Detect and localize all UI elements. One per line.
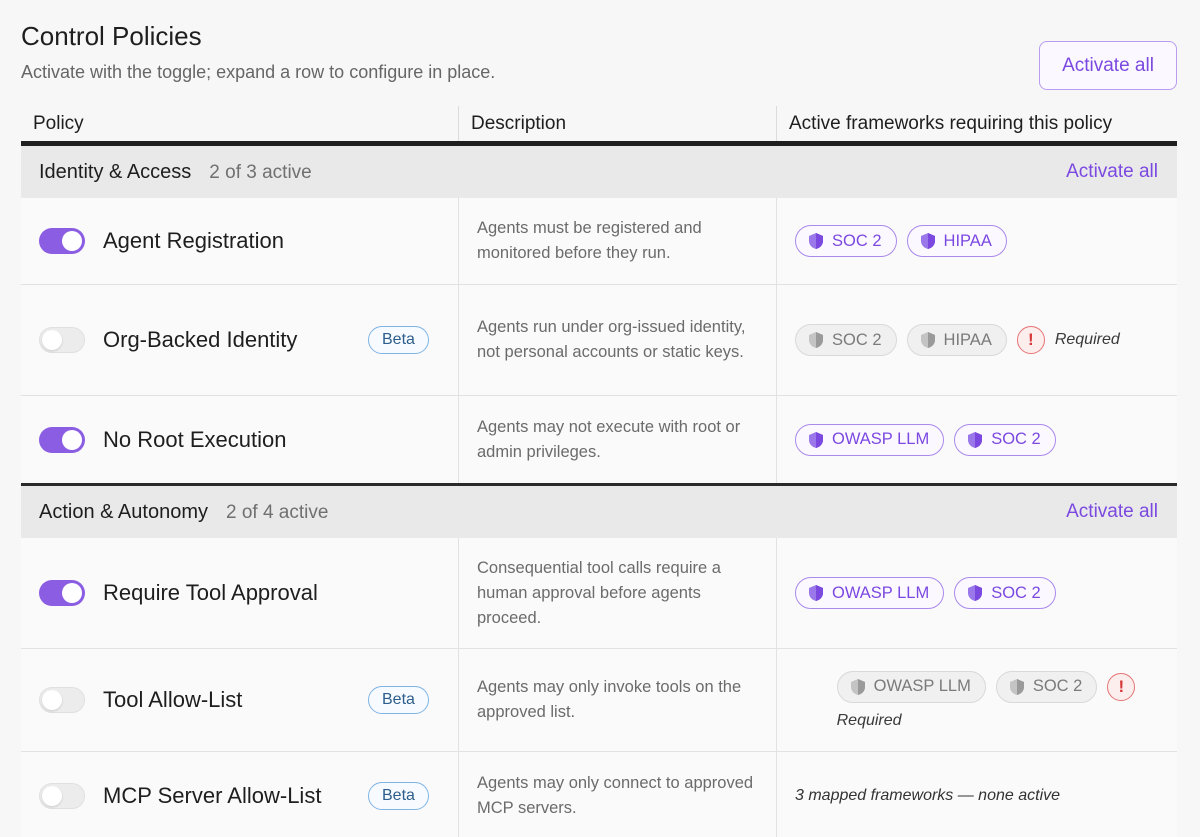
framework-chip: SOC 2 <box>795 225 897 257</box>
group-activate-all-button[interactable]: Activate all <box>1066 501 1158 523</box>
column-header-description: Description <box>458 106 776 141</box>
framework-chip: HIPAA <box>906 225 1007 257</box>
framework-chip: SOC 2 <box>995 670 1098 703</box>
table-row[interactable]: Require Tool Approval Consequential tool… <box>21 538 1177 649</box>
frameworks-cell: SOC 2 HIPAA ! Required <box>776 285 1177 395</box>
page-subtitle: Activate with the toggle; expand a row t… <box>21 62 496 82</box>
activate-all-button[interactable]: Activate all <box>1039 41 1177 90</box>
shield-icon <box>968 585 983 601</box>
policy-description: Agents may only invoke tools on the appr… <box>458 649 776 751</box>
framework-chip: SOC 2 <box>954 423 1056 456</box>
policy-cell: Agent Registration <box>21 198 458 284</box>
exclamation-icon: ! <box>1107 672 1136 701</box>
column-header-frameworks: Active frameworks requiring this policy <box>776 106 1177 141</box>
policy-toggle[interactable] <box>39 228 85 254</box>
required-label: Required <box>1054 331 1120 348</box>
shield-icon <box>850 678 865 695</box>
beta-badge: Beta <box>368 782 429 810</box>
table-row[interactable]: MCP Server Allow-List Beta Agents may on… <box>21 752 1177 837</box>
group-header-identity-access: Identity & Access 2 of 3 active Activate… <box>21 146 1177 198</box>
group-count: 2 of 3 active <box>209 161 312 183</box>
shield-icon <box>809 431 823 448</box>
table-row[interactable]: Agent Registration Agents must be regist… <box>21 198 1177 285</box>
policy-cell: MCP Server Allow-List Beta <box>21 752 458 837</box>
policy-description: Agents may only connect to approved MCP … <box>458 752 776 837</box>
policy-toggle[interactable] <box>39 327 85 353</box>
policy-toggle[interactable] <box>39 783 85 809</box>
policy-cell: No Root Execution <box>21 396 458 483</box>
framework-chip: SOC 2 <box>954 577 1056 609</box>
policy-description: Agents run under org-issued identity, no… <box>458 285 776 395</box>
table-row[interactable]: Tool Allow-List Beta Agents may only inv… <box>21 649 1177 752</box>
shield-icon <box>1009 678 1024 695</box>
exclamation-icon: ! <box>1016 326 1045 354</box>
policy-name: Agent Registration <box>103 228 284 253</box>
group-count: 2 of 4 active <box>225 501 329 523</box>
beta-badge: Beta <box>368 326 429 354</box>
policy-cell: Org-Backed Identity Beta <box>21 285 458 395</box>
policy-name: Require Tool Approval <box>103 580 318 605</box>
frameworks-cell: 3 mapped frameworks — none active <box>776 752 1177 837</box>
policy-name: MCP Server Allow-List <box>103 783 322 808</box>
required-label: Required <box>836 711 902 729</box>
framework-chip: HIPAA <box>906 324 1007 356</box>
shield-icon <box>809 332 823 348</box>
group-name: Identity & Access <box>39 160 192 183</box>
policy-description: Agents must be registered and monitored … <box>458 198 776 284</box>
frameworks-cell: OWASP LLM SOC 2 <box>776 396 1177 483</box>
group-activate-all-button[interactable]: Activate all <box>1066 161 1158 183</box>
policy-name: Org-Backed Identity <box>103 327 298 352</box>
framework-chip: OWASP LLM <box>795 423 945 456</box>
framework-chip: SOC 2 <box>795 324 897 356</box>
policy-toggle[interactable] <box>39 580 85 606</box>
page-title: Control Policies <box>21 21 202 51</box>
framework-chip: OWASP LLM <box>795 577 945 609</box>
frameworks-cell: OWASP LLM SOC 2 <box>776 538 1177 648</box>
shield-icon <box>920 332 935 348</box>
table-row[interactable]: Org-Backed Identity Beta Agents run unde… <box>21 285 1177 396</box>
shield-icon <box>920 233 935 249</box>
policies-table: Policy Description Active frameworks req… <box>21 106 1177 837</box>
beta-badge: Beta <box>368 686 429 714</box>
policy-cell: Require Tool Approval <box>21 538 458 648</box>
policy-description: Agents may not execute with root or admi… <box>458 396 776 483</box>
policy-toggle[interactable] <box>39 426 85 453</box>
table-header: Policy Description Active frameworks req… <box>21 106 1177 146</box>
shield-icon <box>968 431 983 448</box>
policy-name: No Root Execution <box>103 426 287 452</box>
frameworks-cell: SOC 2 HIPAA <box>776 198 1177 284</box>
policy-description: Consequential tool calls require a human… <box>458 538 776 648</box>
frameworks-note: 3 mapped frameworks — none active <box>795 787 1061 804</box>
policy-cell: Tool Allow-List Beta <box>21 649 458 751</box>
group-header-action-autonomy: Action & Autonomy 2 of 4 active Activate… <box>21 486 1177 538</box>
shield-icon <box>809 233 823 249</box>
group-name: Action & Autonomy <box>39 500 208 523</box>
frameworks-cell: OWASP LLM SOC 2 ! Required <box>776 649 1177 751</box>
policy-toggle[interactable] <box>39 687 85 713</box>
shield-icon <box>809 585 823 601</box>
policy-name: Tool Allow-List <box>103 687 243 712</box>
column-header-policy: Policy <box>33 112 84 134</box>
table-row[interactable]: No Root Execution Agents may not execute… <box>21 396 1177 483</box>
framework-chip: OWASP LLM <box>836 670 986 703</box>
